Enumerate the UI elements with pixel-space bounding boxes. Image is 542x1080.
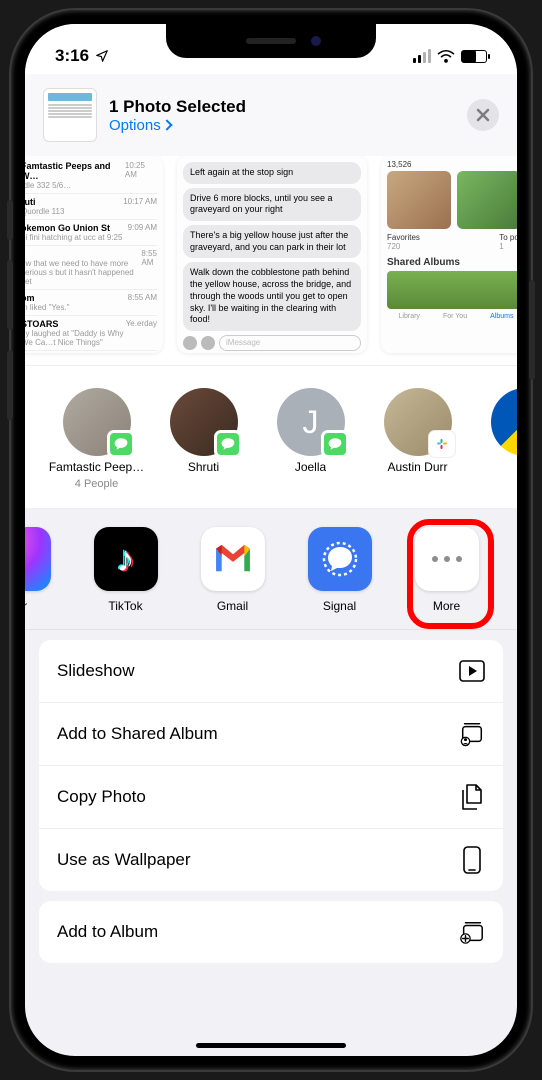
app-gmail[interactable]: Gmail — [179, 527, 286, 613]
chevron-right-icon — [161, 119, 172, 130]
action-copy-photo[interactable]: Copy Photo — [39, 766, 503, 829]
messenger-icon — [25, 527, 51, 591]
close-button[interactable] — [467, 99, 499, 131]
shared-album-icon — [459, 721, 485, 747]
screen: 3:16 1 Photo Selected Options — [25, 24, 517, 1056]
bg-app-messages-list: Famtastic Peeps and W…rdle 332 5/6…10:25… — [25, 156, 163, 353]
header-title: 1 Photo Selected — [109, 97, 455, 117]
avatar — [63, 388, 131, 456]
app-messenger[interactable]: ger — [25, 527, 72, 613]
avatar — [384, 388, 452, 456]
more-icon — [415, 527, 479, 591]
contact-partial[interactable] — [471, 388, 517, 490]
action-slideshow[interactable]: Slideshow — [39, 640, 503, 703]
selected-photo-thumbnail[interactable] — [43, 88, 97, 142]
options-button[interactable]: Options — [109, 117, 455, 134]
messages-badge-icon — [321, 430, 349, 458]
avatar: J — [277, 388, 345, 456]
signal-icon — [308, 527, 372, 591]
copy-icon — [459, 784, 485, 810]
add-album-icon — [459, 919, 485, 945]
contact-famtastic[interactable]: Famtastic Peep… 4 People — [43, 388, 150, 490]
phone-frame: 3:16 1 Photo Selected Options — [11, 10, 531, 1070]
background-app-switcher: Famtastic Peeps and W…rdle 332 5/6…10:25… — [25, 156, 517, 366]
cellular-icon — [413, 49, 431, 63]
contact-austin[interactable]: Austin Durr — [364, 388, 471, 490]
action-use-wallpaper[interactable]: Use as Wallpaper — [39, 829, 503, 891]
gmail-icon — [201, 527, 265, 591]
share-apps-row[interactable]: ger TikTok Gmail — [25, 509, 517, 630]
contact-joella[interactable]: J Joella — [257, 388, 364, 490]
battery-icon — [461, 50, 487, 63]
status-time: 3:16 — [55, 46, 89, 66]
appstore-icon — [201, 336, 215, 350]
tiktok-icon — [94, 527, 158, 591]
app-signal[interactable]: Signal — [286, 527, 393, 613]
airdrop-contacts-row[interactable]: Famtastic Peep… 4 People Shruti J — [25, 366, 517, 509]
share-sheet-header: 1 Photo Selected Options — [25, 74, 517, 156]
wifi-icon — [437, 49, 455, 63]
slack-badge-icon — [428, 430, 456, 458]
camera-icon — [183, 336, 197, 350]
phone-icon — [459, 847, 485, 873]
app-more[interactable]: More — [393, 527, 500, 613]
messages-badge-icon — [214, 430, 242, 458]
bg-app-photos: 13,5269 Favorites720To post1 Shared Albu… — [381, 156, 517, 353]
action-add-to-album[interactable]: Add to Album — [39, 901, 503, 963]
messages-badge-icon — [107, 430, 135, 458]
notch — [166, 24, 376, 58]
contact-shruti[interactable]: Shruti — [150, 388, 257, 490]
play-icon — [459, 658, 485, 684]
share-actions-list: Slideshow Add to Shared Album Copy Photo — [25, 630, 517, 973]
action-add-shared-album[interactable]: Add to Shared Album — [39, 703, 503, 766]
app-tiktok[interactable]: TikTok — [72, 527, 179, 613]
bg-app-chat: Left again at the stop sign Drive 6 more… — [177, 156, 367, 353]
avatar — [491, 388, 518, 456]
home-indicator[interactable] — [196, 1043, 346, 1048]
location-icon — [95, 49, 109, 63]
avatar — [170, 388, 238, 456]
